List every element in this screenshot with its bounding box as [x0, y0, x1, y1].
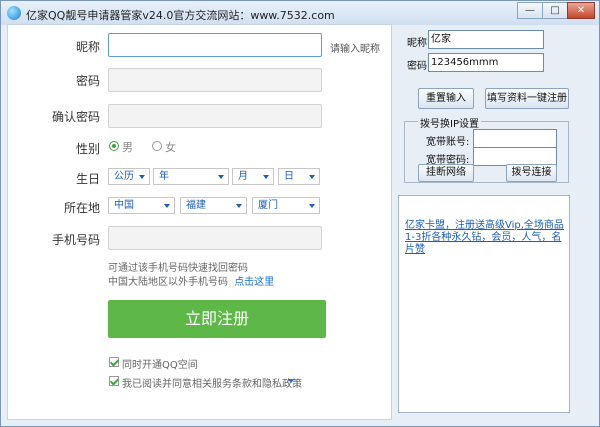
title-bar[interactable]: 亿家QQ靓号申请器管家v24.0官方交流网站：www.7532.com — □ …	[1, 1, 599, 25]
nickname-input[interactable]	[108, 33, 322, 57]
password-input[interactable]	[108, 68, 322, 92]
qzone-label: 同时开通QQ空间	[122, 360, 198, 371]
broadband-account-input[interactable]	[473, 129, 557, 148]
right-password-field[interactable]: 123456mmm	[428, 53, 544, 72]
register-button[interactable]: 立即注册	[108, 300, 326, 338]
qzone-checkbox[interactable]	[109, 357, 119, 367]
gender-female-radio[interactable]	[152, 141, 162, 151]
right-nickname-label: 昵称:	[407, 38, 431, 49]
gender-male-label: 男	[122, 141, 133, 154]
city-select[interactable]: 厦门	[252, 197, 320, 214]
birthday-label: 生日	[75, 172, 100, 186]
maximize-button[interactable]: □	[542, 2, 568, 19]
gender-label: 性别	[75, 142, 100, 156]
chevron-down-icon	[309, 175, 315, 179]
minimize-button[interactable]: —	[517, 2, 543, 19]
day-select[interactable]: 日	[278, 168, 320, 185]
dial-connect-button[interactable]: 拨号连接	[506, 164, 557, 182]
calendar-select[interactable]: 公历	[108, 168, 150, 185]
calendar-value: 公历	[114, 171, 134, 182]
right-nickname-field[interactable]: 亿家	[428, 30, 544, 49]
phone-note: 可通过该手机号码快速找回密码	[108, 263, 248, 274]
year-value: 年	[159, 171, 169, 182]
terms-label: 我已阅读并同意相关服务条款和隐私政策	[122, 379, 302, 390]
gender-male-radio[interactable]	[109, 141, 119, 151]
foreign-phone-text: 中国大陆地区以外手机号码	[108, 277, 228, 288]
phone-input[interactable]	[108, 226, 322, 250]
country-value: 中国	[114, 200, 134, 211]
right-password-label: 密码:	[407, 61, 431, 72]
window-title: 亿家QQ靓号申请器管家v24.0官方交流网站：www.7532.com	[26, 9, 335, 22]
nickname-label: 昵称	[75, 40, 100, 54]
chevron-down-icon	[236, 204, 242, 208]
nickname-hint: 请输入昵称	[330, 44, 380, 55]
chevron-down-icon	[139, 175, 145, 179]
phone-label: 手机号码	[51, 233, 100, 247]
reset-input-button[interactable]: 重置输入	[418, 88, 474, 109]
broadband-account-label: 宽带账号:	[426, 137, 470, 148]
chevron-down-icon	[309, 204, 315, 208]
province-value: 福建	[186, 200, 206, 211]
terms-dropdown-icon[interactable]	[288, 379, 294, 383]
province-select[interactable]: 福建	[180, 197, 247, 214]
chevron-down-icon	[164, 204, 170, 208]
fill-and-register-button[interactable]: 填写资料一键注册	[485, 88, 569, 109]
dialup-settings-title: 拨号换IP设置	[418, 115, 481, 130]
ad-link[interactable]: 亿家卡盟，注册送高级Vip,全场商品1-3折各种永久钻，会员，人气，名片赞	[405, 220, 567, 256]
country-select[interactable]: 中国	[108, 197, 175, 214]
click-here-link[interactable]: 点击这里	[234, 277, 274, 288]
gender-female-label: 女	[165, 141, 176, 154]
month-select[interactable]: 月	[232, 168, 274, 185]
year-select[interactable]: 年	[153, 168, 229, 185]
confirm-password-label: 确认密码	[51, 110, 100, 124]
city-value: 厦门	[258, 200, 278, 211]
chevron-down-icon	[218, 175, 224, 179]
ad-panel: 亿家卡盟，注册送高级Vip,全场商品1-3折各种永久钻，会员，人气，名片赞	[398, 195, 570, 413]
month-value: 月	[238, 171, 248, 182]
app-logo-icon	[7, 6, 21, 20]
disconnect-button[interactable]: 挂断网络	[418, 164, 474, 182]
password-label: 密码	[75, 74, 100, 88]
close-button[interactable]: ✕	[567, 2, 595, 19]
terms-checkbox[interactable]	[109, 376, 119, 386]
chevron-down-icon	[263, 175, 269, 179]
foreign-phone-note: 中国大陆地区以外手机号码 点击这里	[108, 273, 274, 288]
location-label: 所在地	[63, 201, 100, 215]
day-value: 日	[284, 171, 294, 182]
confirm-password-input[interactable]	[108, 104, 322, 128]
